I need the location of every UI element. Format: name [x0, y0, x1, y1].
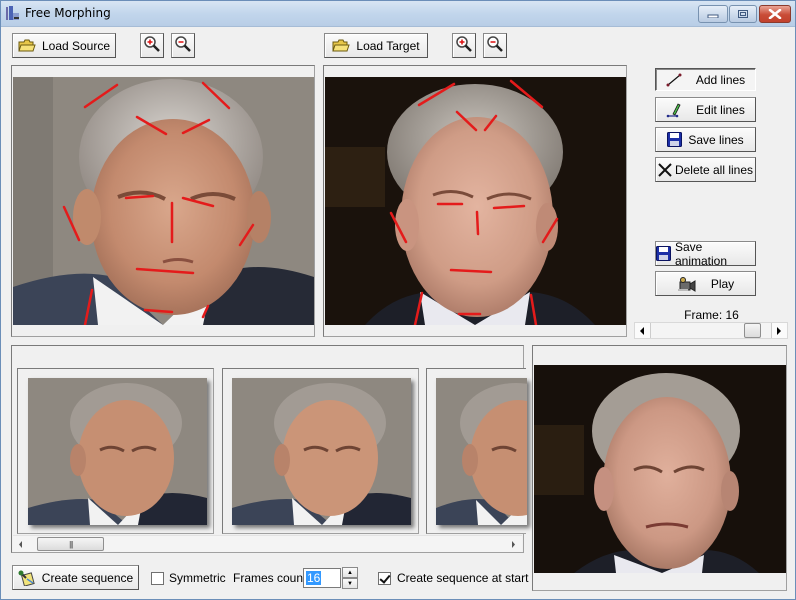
frame-slider-thumb[interactable] [743, 323, 761, 338]
target-image-panel [323, 65, 627, 337]
load-source-button[interactable]: Load Source [12, 33, 116, 58]
source-image-panel [11, 65, 315, 337]
sequence-scroll-thumb[interactable]: ||| [37, 537, 105, 551]
source-image[interactable] [13, 77, 314, 325]
add-line-icon [666, 73, 682, 87]
create-sequence-icon [18, 570, 36, 586]
folder-open-icon [332, 39, 351, 53]
sequence-scroll-left-button[interactable] [13, 536, 29, 552]
spin-down-icon: ▼ [347, 580, 353, 587]
zoom-out-icon [486, 35, 504, 56]
frame-label: Frame: 16 [684, 308, 739, 322]
folder-open-icon [18, 39, 36, 53]
source-zoom-out-button[interactable] [171, 33, 195, 58]
morph-preview-panel [532, 345, 787, 591]
minimize-icon [699, 6, 727, 22]
frame-slider-right-button[interactable] [771, 323, 787, 338]
delete-all-lines-button[interactable]: Delete all lines [655, 157, 756, 182]
edit-lines-button[interactable]: Edit lines [655, 97, 756, 122]
target-zoom-out-button[interactable] [483, 33, 507, 58]
create-at-start-label: Create sequence at start [397, 571, 529, 585]
sequence-scrollbar[interactable]: ||| [13, 535, 522, 552]
add-lines-button[interactable]: Add lines [655, 68, 756, 91]
save-lines-button[interactable]: Save lines [655, 127, 756, 152]
frames-count-spinner[interactable]: ▲ ▼ [342, 567, 358, 589]
morph-preview-image [534, 365, 786, 573]
save-animation-label: Save animation [675, 239, 728, 268]
window-title: Free Morphing [25, 6, 111, 20]
video-camera-icon [677, 276, 697, 292]
edit-lines-label: Edit lines [696, 102, 745, 117]
target-zoom-in-button[interactable] [452, 33, 476, 58]
arrow-left-icon [19, 537, 23, 551]
close-icon [760, 6, 790, 22]
sequence-frame[interactable] [426, 368, 527, 534]
play-label: Play [710, 276, 735, 291]
frame-slider[interactable] [634, 322, 788, 339]
floppy-disk-icon [656, 246, 671, 261]
create-at-start-checkbox[interactable] [378, 572, 391, 585]
save-animation-button[interactable]: Save animation [655, 239, 756, 268]
frames-count-label: Frames count: [233, 571, 310, 585]
create-sequence-label: Create sequence [41, 570, 134, 585]
close-button[interactable] [759, 5, 791, 23]
frame-slider-left-button[interactable] [635, 323, 651, 338]
zoom-out-icon [174, 35, 192, 56]
edit-line-pen-icon [666, 102, 682, 118]
spin-up-button[interactable]: ▲ [342, 567, 358, 578]
arrow-right-icon [777, 324, 782, 338]
symmetric-checkbox[interactable] [151, 572, 164, 585]
create-sequence-button[interactable]: Create sequence [12, 565, 139, 590]
frames-count-input[interactable]: 16 [303, 568, 341, 588]
save-lines-label: Save lines [688, 132, 744, 147]
sequence-frame-image [232, 378, 411, 525]
symmetric-label: Symmetric [169, 571, 226, 585]
arrow-right-icon [512, 537, 516, 551]
maximize-button[interactable] [729, 5, 757, 23]
load-source-label: Load Source [41, 38, 111, 53]
target-image[interactable] [325, 77, 626, 325]
delete-x-icon [658, 162, 672, 177]
add-lines-label: Add lines [695, 72, 746, 87]
delete-all-lines-label: Delete all lines [674, 162, 754, 177]
zoom-in-icon [143, 35, 161, 56]
app-window: Free Morphing Load Source Load Target Ad… [0, 0, 796, 600]
load-target-label: Load Target [356, 38, 420, 53]
sequence-scroll-right-button[interactable] [506, 536, 522, 552]
source-zoom-in-button[interactable] [140, 33, 164, 58]
spin-up-icon: ▲ [347, 569, 353, 576]
title-bar[interactable]: Free Morphing [1, 1, 795, 27]
zoom-in-icon [455, 35, 473, 56]
load-target-button[interactable]: Load Target [324, 33, 428, 58]
frames-count-value: 16 [306, 571, 322, 585]
minimize-button[interactable] [698, 5, 728, 23]
sequence-frame[interactable] [17, 368, 214, 534]
floppy-disk-icon [667, 132, 683, 147]
sequence-frame-image [28, 378, 207, 525]
sequence-frame-image [436, 378, 527, 525]
spin-down-button[interactable]: ▼ [342, 578, 358, 589]
sequence-strip: ||| [11, 345, 527, 553]
play-button[interactable]: Play [655, 271, 756, 296]
app-icon [5, 5, 21, 21]
maximize-icon [730, 6, 756, 22]
sequence-frame[interactable] [222, 368, 419, 534]
arrow-left-icon [640, 324, 645, 338]
